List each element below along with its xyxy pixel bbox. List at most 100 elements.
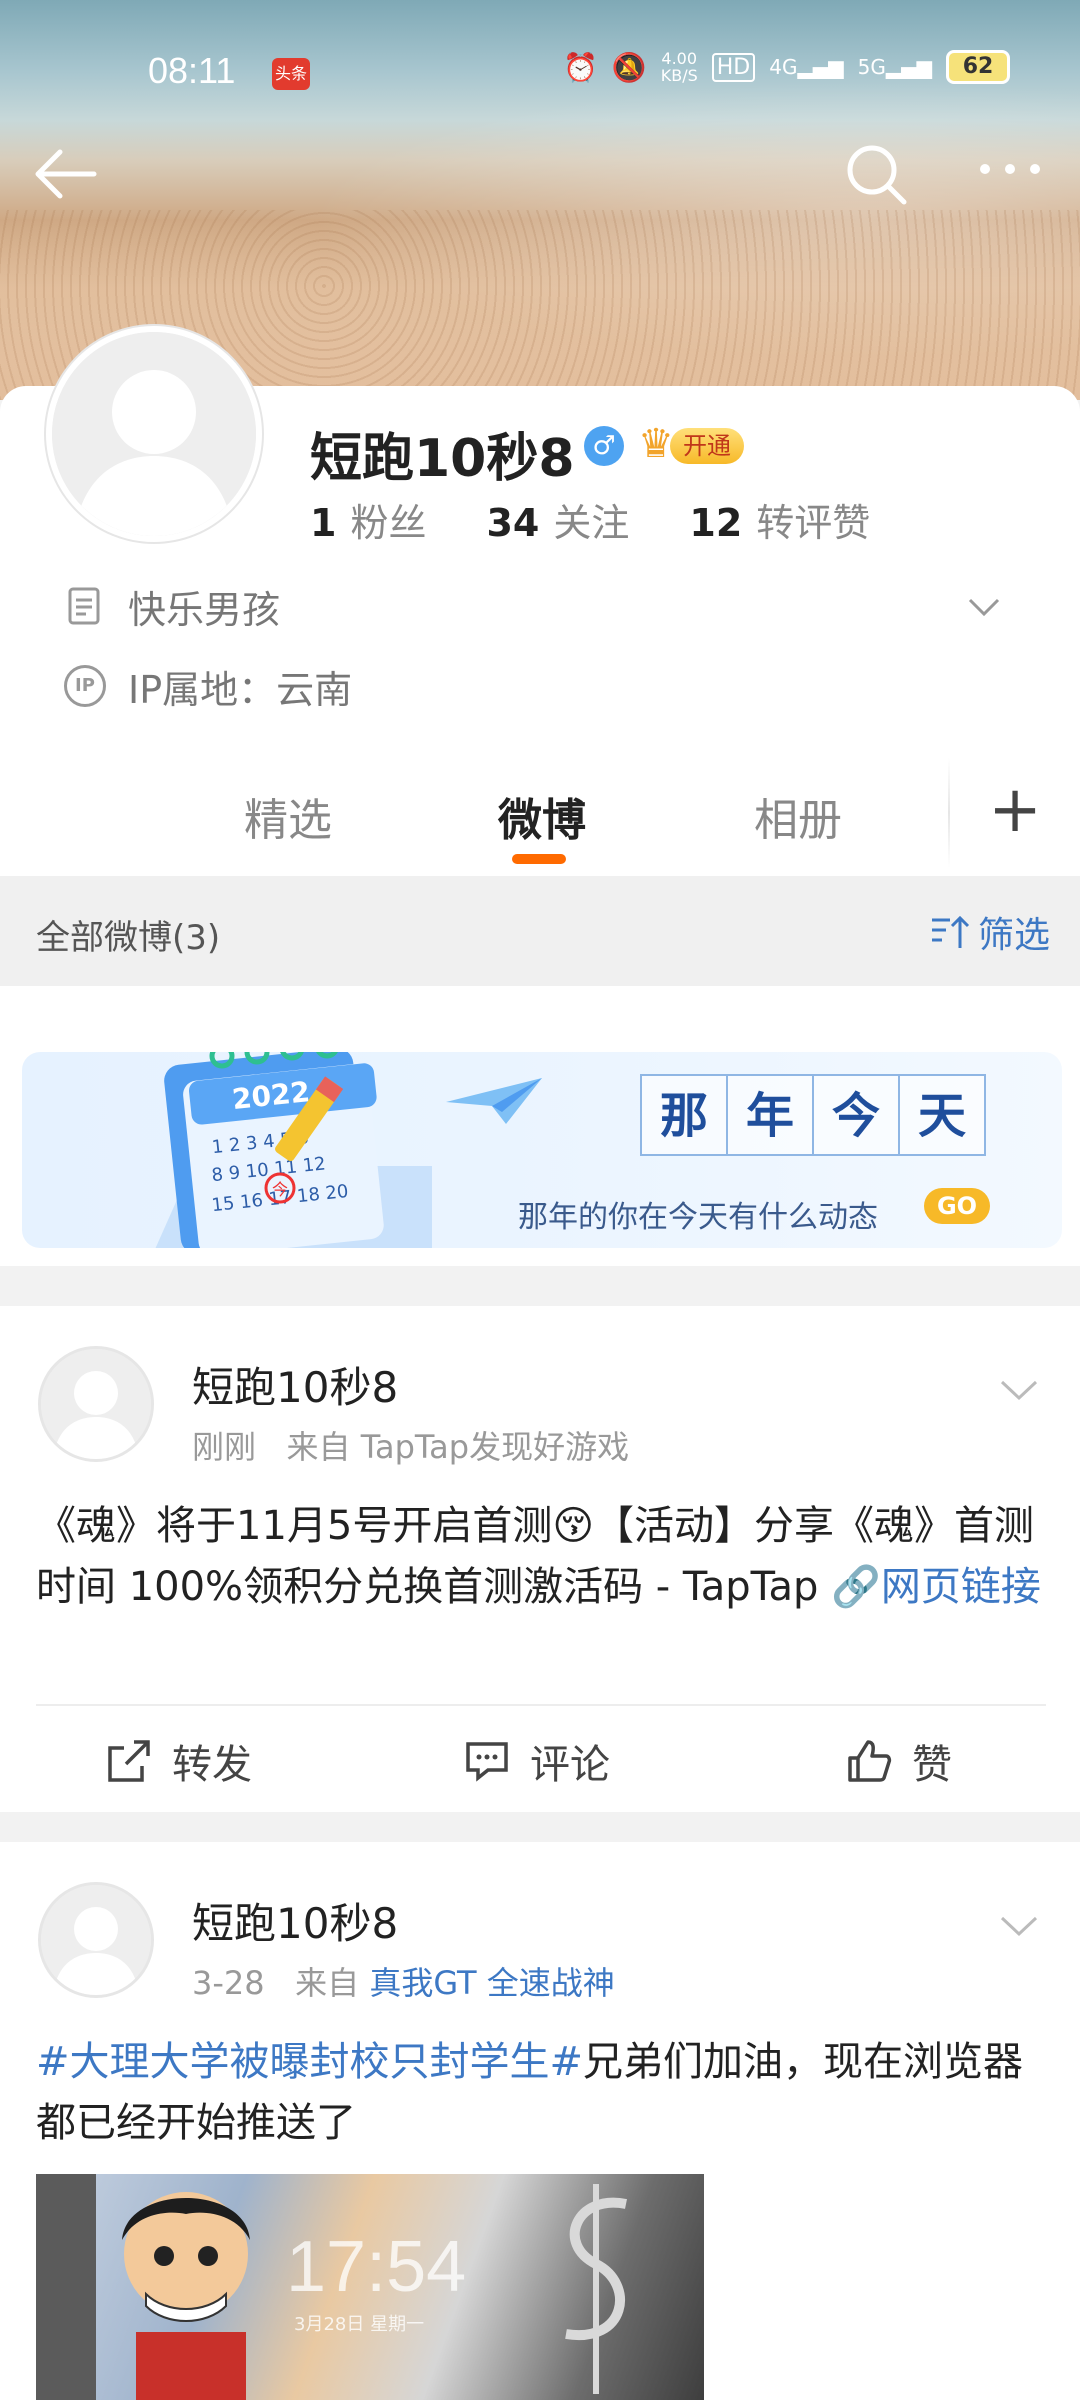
chevron-down-icon[interactable] [964, 586, 1004, 626]
link-icon: 🔗 [831, 1564, 881, 1610]
mute-bell-icon: 🔕 [611, 50, 647, 84]
calendar-today-badge: 今 [272, 1180, 288, 1199]
repost-label: 转发 [172, 1742, 252, 1788]
default-avatar-icon [41, 1349, 151, 1459]
tab-album[interactable]: 相册 [754, 784, 842, 848]
title-char: 今 [812, 1074, 900, 1156]
hashtag-link[interactable]: #大理大学被曝封校只封学生# [36, 2039, 583, 2085]
post-card[interactable]: 短跑10秒8 3-28 来自 真我GT 全速战神 #大理大学被曝封校只封学生#兄… [0, 1842, 1080, 2400]
web-link-label: 网页链接 [880, 1564, 1041, 1610]
thumbs-up-icon [848, 1740, 892, 1782]
more-button[interactable] [970, 140, 1050, 220]
bio-row[interactable]: 快乐男孩 [64, 576, 1044, 636]
post-author-name[interactable]: 短跑10秒8 [192, 1354, 398, 1415]
profile-screen: 08:11 头条 ⏰ 🔕 4.00 KB/S HD 4G▂▄▆ 5G▂▄▆ 62 [0, 0, 1080, 2400]
image-clock-time: 17:54 [286, 2227, 467, 2307]
tab-active-indicator [512, 854, 566, 864]
web-link[interactable]: 🔗网页链接 [831, 1564, 1041, 1610]
repost-button[interactable]: 转发 [104, 1732, 252, 1790]
stat-interactions[interactable]: 12 转评赞 [689, 492, 870, 547]
filter-icon [931, 915, 970, 948]
net-speed: 4.00 KB/S [661, 50, 698, 84]
post-time: 3-28 [192, 1964, 265, 2002]
default-avatar-icon [41, 1885, 151, 1995]
post-source: TapTap发现好游戏 [360, 1428, 630, 1466]
chevron-down-icon[interactable] [996, 1902, 1042, 1948]
dollar-sign-graphic [565, 2184, 627, 2394]
cartoon-character-illustration [36, 2174, 250, 2400]
comment-icon [466, 1742, 508, 1782]
post-source-prefix: 来自 [286, 1428, 351, 1466]
net-speed-value: 4.00 [661, 49, 698, 68]
tab-weibo[interactable]: 微博 [498, 784, 586, 848]
chevron-down-icon[interactable] [996, 1366, 1042, 1412]
post-source-link[interactable]: 真我GT 全速战神 [369, 1964, 614, 2002]
paper-plane-icon [446, 1078, 542, 1124]
signal-4g-label: 4G [769, 55, 798, 79]
on-this-day-banner[interactable]: 2022 1 2 3 4 5 6 8 9 10 11 12 15 16 17 1… [22, 1052, 1062, 1248]
add-tab-button[interactable]: + [980, 778, 1050, 848]
search-button[interactable] [842, 140, 922, 220]
post-time: 刚刚 [192, 1428, 257, 1466]
post-author-name[interactable]: 短跑10秒8 [192, 1890, 398, 1951]
profile-card: 短跑10秒8 ♂ ♛ 开通 1 粉丝 34 关注 12 转评赞 快乐男孩 IP IP属… [0, 326, 1080, 876]
like-button[interactable]: 赞 [844, 1732, 952, 1790]
status-time: 08:11 [148, 50, 236, 91]
stat-following-label: 关注 [553, 501, 630, 545]
go-button[interactable]: GO [924, 1188, 990, 1224]
stat-following[interactable]: 34 关注 [486, 492, 629, 547]
title-char: 天 [898, 1074, 986, 1156]
document-icon [68, 587, 100, 625]
stat-interactions-label: 转评赞 [756, 501, 871, 545]
filter-bar: 全部微博(3) 筛选 [0, 876, 1080, 986]
post-actions: 转发 评论 赞 [0, 1706, 1080, 1816]
bio-text: 快乐男孩 [128, 587, 281, 632]
comment-button[interactable]: 评论 [462, 1732, 610, 1790]
top-nav [0, 130, 1080, 230]
stat-followers[interactable]: 1 粉丝 [310, 492, 426, 547]
more-dots-icon [980, 164, 1040, 174]
post-author-avatar[interactable] [38, 1346, 154, 1462]
profile-stats: 1 粉丝 34 关注 12 转评赞 [310, 492, 870, 547]
filter-button[interactable]: 筛选 [928, 906, 1050, 958]
news-app-icon: 头条 [272, 58, 310, 90]
default-avatar-icon [52, 332, 256, 536]
post-card[interactable]: 短跑10秒8 刚刚 来自 TapTap发现好游戏 《魂》将于11月5号开启首测😚… [0, 1306, 1080, 1812]
filter-label: 筛选 [977, 915, 1050, 956]
ip-location-text: IP属地：云南 [128, 667, 353, 712]
vip-open-label: 开通 [670, 428, 744, 464]
tab-featured[interactable]: 精选 [244, 784, 332, 848]
post-meta: 刚刚 来自 TapTap发现好游戏 [192, 1422, 629, 1468]
on-this-day-title: 那 年 今 天 [640, 1074, 986, 1156]
search-icon [847, 145, 907, 205]
all-weibo-count: 全部微博(3) [36, 918, 221, 958]
title-char: 那 [640, 1074, 728, 1156]
stat-interactions-count: 12 [689, 501, 743, 545]
post-source-prefix: 来自 [295, 1964, 360, 2002]
post-author-avatar[interactable] [38, 1882, 154, 1998]
profile-username: 短跑10秒8 [310, 429, 575, 489]
status-bar: 08:11 头条 ⏰ 🔕 4.00 KB/S HD 4G▂▄▆ 5G▂▄▆ 62 [0, 40, 1080, 110]
post-image[interactable]: 17:54 3月28日 星期一 [36, 2174, 704, 2400]
stat-followers-count: 1 [310, 501, 337, 545]
comment-label: 评论 [530, 1742, 610, 1788]
calendar-illustration-icon: 2022 1 2 3 4 5 6 8 9 10 11 12 15 16 17 1… [155, 1052, 432, 1248]
post-text: 《魂》将于11月5号开启首测😚【活动】分享《魂》首测时间 100%领积分兑换首测… [36, 1496, 1046, 1618]
repost-icon [108, 1740, 150, 1782]
vip-open-badge[interactable]: ♛ 开通 [638, 418, 748, 472]
profile-avatar[interactable] [46, 326, 262, 542]
ip-location-row: IP IP属地：云南 [64, 656, 352, 716]
title-char: 年 [726, 1074, 814, 1156]
on-this-day-subtitle: 那年的你在今天有什么动态 [518, 1200, 878, 1235]
net-speed-unit: KB/S [660, 66, 698, 85]
image-clock-date: 3月28日 星期一 [294, 2314, 425, 2335]
signal-5g-label: 5G [857, 55, 886, 79]
back-button[interactable] [30, 144, 110, 214]
post-text: #大理大学被曝封校只封学生#兄弟们加油，现在浏览器都已经开始推送了 [36, 2032, 1046, 2154]
stat-followers-label: 粉丝 [350, 501, 427, 545]
signal-4g-icon: 4G▂▄▆ [769, 55, 844, 79]
tab-divider [948, 758, 950, 868]
like-label: 赞 [912, 1742, 952, 1788]
hd-icon: HD [711, 52, 756, 82]
back-arrow-icon [35, 149, 97, 199]
